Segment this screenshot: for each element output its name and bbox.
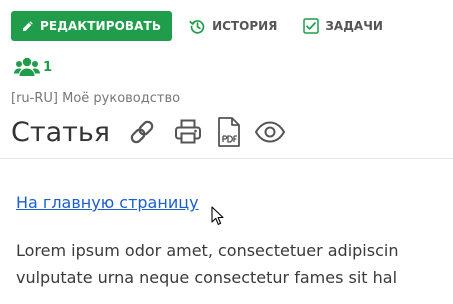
history-link[interactable]: ИСТОРИЯ (189, 18, 277, 35)
space-breadcrumb[interactable]: [ru-RU] Моё руководство (11, 91, 180, 106)
pencil-icon (23, 20, 33, 31)
header-divider (0, 158, 453, 159)
edit-button[interactable]: РЕДАКТИРОВАТЬ (11, 11, 173, 41)
history-label: ИСТОРИЯ (212, 19, 278, 33)
edit-button-label: РЕДАКТИРОВАТЬ (40, 19, 162, 33)
link-icon (130, 120, 154, 144)
pdf-button[interactable] (217, 116, 241, 148)
home-page-link[interactable]: На главную страницу (16, 193, 199, 212)
pdf-icon (218, 117, 240, 147)
checkbox-icon (303, 18, 320, 34)
participants-count: 1 (43, 59, 53, 75)
body-line: Lorem ipsum odor amet, consectetuer adip… (16, 241, 399, 260)
article-body: Lorem ipsum odor amet, consectetuer adip… (16, 237, 453, 291)
watch-button[interactable] (254, 120, 286, 144)
tasks-link[interactable]: ЗАДАЧИ (303, 18, 383, 34)
body-line: vulputate urna neque consectetur fames s… (16, 268, 398, 287)
copy-link-button[interactable] (126, 116, 158, 148)
article-toolbar: РЕДАКТИРОВАТЬ ИСТОРИЯ ЗАДАЧИ (11, 11, 383, 41)
print-icon (175, 119, 202, 144)
history-icon (189, 19, 205, 34)
mouse-cursor-icon (211, 206, 224, 225)
page-title: Статья (11, 116, 111, 148)
users-icon (14, 57, 40, 76)
print-button[interactable] (173, 117, 203, 147)
article-header: Статья (11, 114, 286, 150)
participants-indicator[interactable]: 1 (14, 57, 52, 77)
tasks-label: ЗАДАЧИ (325, 19, 383, 33)
eye-icon (254, 121, 286, 143)
